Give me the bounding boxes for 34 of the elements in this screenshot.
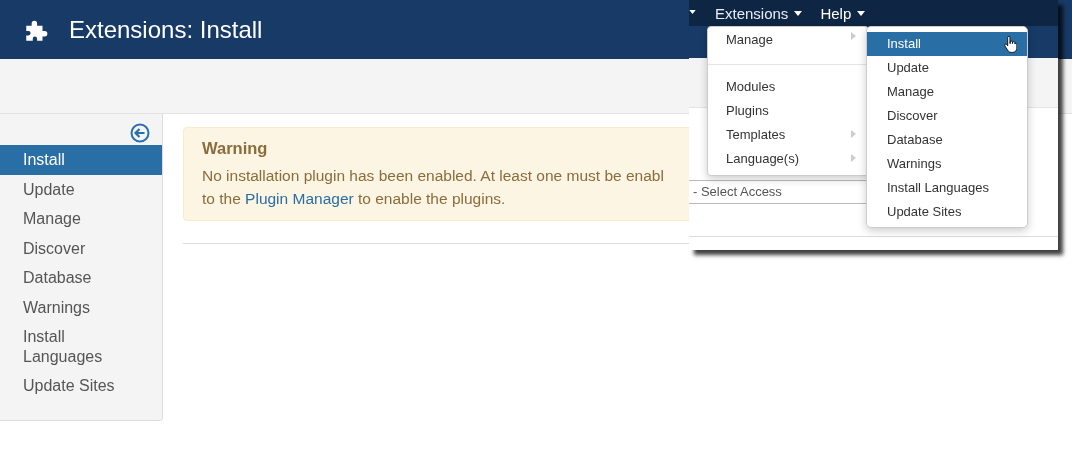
- sidebar-item[interactable]: Database: [0, 263, 143, 293]
- sidebar-item[interactable]: Update: [0, 174, 143, 204]
- sidebar-item[interactable]: Install: [0, 145, 162, 175]
- menu-bar-item[interactable]: Help: [820, 4, 866, 22]
- warning-title: Warning: [202, 139, 269, 158]
- collapse-icon[interactable]: [130, 123, 150, 143]
- menu-item[interactable]: Plugins: [708, 98, 868, 122]
- menu-item[interactable]: Database: [867, 128, 1027, 152]
- menu-item[interactable]: Manage: [867, 80, 1027, 104]
- caret-icon: [689, 10, 696, 14]
- menu-bar-item[interactable]: Extensions: [715, 4, 803, 22]
- menu-item[interactable]: Install: [867, 32, 1027, 56]
- menu-item[interactable]: Templates: [708, 122, 868, 146]
- menu-item[interactable]: Install Languages: [867, 176, 1027, 200]
- menu-item[interactable]: Update: [867, 56, 1027, 80]
- sidebar-item[interactable]: Update Sites: [0, 371, 143, 401]
- sidebar-item[interactable]: Install Languages: [0, 322, 143, 371]
- sidebar-item[interactable]: Warnings: [0, 292, 143, 322]
- warning-message: No installation plugin has been enabled. At least one must be enabl to the Plugin Manager to enable the plugins.: [202, 166, 665, 209]
- hand-cursor-icon: [1004, 36, 1017, 53]
- sidebar-item[interactable]: Manage: [0, 204, 143, 234]
- submenu-arrow-icon: [851, 32, 856, 40]
- page-title: Extensions: Install: [69, 15, 263, 44]
- plugin-manager-link[interactable]: Plugin Manager: [245, 190, 354, 207]
- menu-item[interactable]: Update Sites: [867, 200, 1027, 224]
- submenu-arrow-icon: [851, 154, 856, 162]
- submenu-arrow-icon: [851, 130, 856, 138]
- menu-item[interactable]: Language(s): [708, 146, 868, 170]
- sidebar-item[interactable]: Discover: [0, 233, 143, 263]
- menu-item[interactable]: Modules: [708, 74, 868, 98]
- menu-item[interactable]: Discover: [867, 104, 1027, 128]
- menu-item[interactable]: Warnings: [867, 152, 1027, 176]
- caret-icon: [857, 10, 866, 16]
- caret-icon: [794, 10, 803, 16]
